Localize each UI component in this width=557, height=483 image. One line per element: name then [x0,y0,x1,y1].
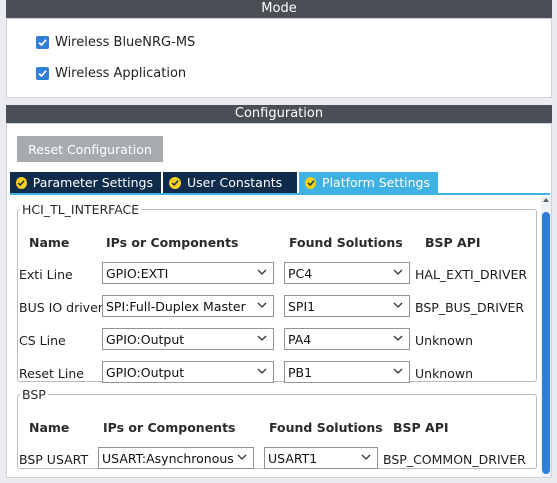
chevron-down-icon [257,335,267,341]
tab-platform-settings[interactable]: Platform Settings [299,172,438,193]
tab-parameter-settings[interactable]: Parameter Settings [10,172,161,193]
select-value: GPIO:Output [106,364,185,380]
scroll-up-arrow-icon[interactable] [543,198,549,202]
scrollbar-thumb[interactable] [542,212,550,474]
select-value: USART1 [268,450,318,466]
chevron-down-icon [393,302,403,308]
tab-label: Parameter Settings [32,175,153,190]
ip-component-select[interactable]: SPI:Full-Duplex Master [102,295,274,317]
chevron-down-icon [257,302,267,308]
found-solution-select[interactable]: SPI1 [284,295,410,317]
row-name-bus-io-driver: BUS IO driver [19,300,103,315]
config-tabs: Parameter Settings User Constants Platfo… [10,172,440,193]
bsp-group: BSP Name IPs or Components Found Solutio… [17,387,537,469]
column-header-name: Name [29,420,70,435]
chevron-down-icon [361,454,371,460]
ip-component-select[interactable]: USART:Asynchronous [98,447,254,469]
column-header-api: BSP API [393,420,449,435]
mode-header: Mode [6,0,552,18]
reset-configuration-button[interactable]: Reset Configuration [17,136,163,162]
chevron-down-icon [237,454,247,460]
configuration-panel: Reset Configuration Parameter Settings U… [6,123,552,478]
tab-underline [10,193,550,195]
group-legend: BSP [22,387,46,402]
column-header-found: Found Solutions [289,235,403,250]
column-header-name: Name [29,235,70,250]
tab-label: User Constants [187,175,283,190]
ip-component-select[interactable]: GPIO:Output [102,361,274,383]
ip-component-select[interactable]: GPIO:EXTI [102,262,274,284]
chevron-down-icon [257,269,267,275]
column-header-ips: IPs or Components [103,420,236,435]
chevron-down-icon [257,368,267,374]
check-circle-icon [16,176,27,189]
select-value: GPIO:Output [106,331,185,347]
select-value: PC4 [288,265,313,281]
mode-panel: Wireless BlueNRG-MS Wireless Application [6,18,552,98]
check-circle-icon [305,176,317,189]
select-value: PB1 [288,364,313,380]
checkbox-checked-icon[interactable] [36,35,49,49]
checkbox-label: Wireless Application [55,65,187,81]
row-name-cs-line: CS Line [19,333,66,348]
check-circle-icon [169,176,181,189]
bsp-api-value: BSP_BUS_DRIVER [415,300,525,315]
ip-component-select[interactable]: GPIO:Output [102,328,274,350]
configuration-header: Configuration [6,105,552,123]
wireless-application-checkbox-row[interactable]: Wireless Application [36,64,186,82]
select-value: SPI1 [288,298,316,314]
group-legend: HCI_TL_INTERFACE [22,202,140,217]
found-solution-select[interactable]: PC4 [284,262,410,284]
bsp-api-value: Unknown [415,333,474,348]
column-header-ips: IPs or Components [106,235,239,250]
column-header-found: Found Solutions [269,420,383,435]
checkbox-label: Wireless BlueNRG-MS [55,34,196,50]
bsp-api-value: Unknown [415,366,474,381]
wireless-bluenrg-checkbox-row[interactable]: Wireless BlueNRG-MS [36,33,195,51]
checkbox-checked-icon[interactable] [36,66,49,80]
tab-label: Platform Settings [322,175,430,190]
found-solution-select[interactable]: USART1 [264,447,378,469]
row-name-exti-line: Exti Line [19,267,73,282]
row-name-reset-line: Reset Line [19,366,84,381]
found-solution-select[interactable]: PA4 [284,328,410,350]
chevron-down-icon [393,269,403,275]
bsp-api-value: BSP_COMMON_DRIVER [383,452,526,467]
column-header-api: BSP API [425,235,481,250]
select-value: USART:Asynchronous [102,450,234,466]
hci-tl-interface-group: HCI_TL_INTERFACE Name IPs or Components … [17,202,537,383]
chevron-down-icon [393,335,403,341]
select-value: PA4 [288,331,312,347]
bsp-api-value: HAL_EXTI_DRIVER [415,267,528,282]
tab-user-constants[interactable]: User Constants [163,172,297,193]
found-solution-select[interactable]: PB1 [284,361,410,383]
select-value: GPIO:EXTI [106,265,169,281]
select-value: SPI:Full-Duplex Master [106,298,246,314]
row-name-bsp-usart: BSP USART [19,452,89,467]
chevron-down-icon [393,368,403,374]
